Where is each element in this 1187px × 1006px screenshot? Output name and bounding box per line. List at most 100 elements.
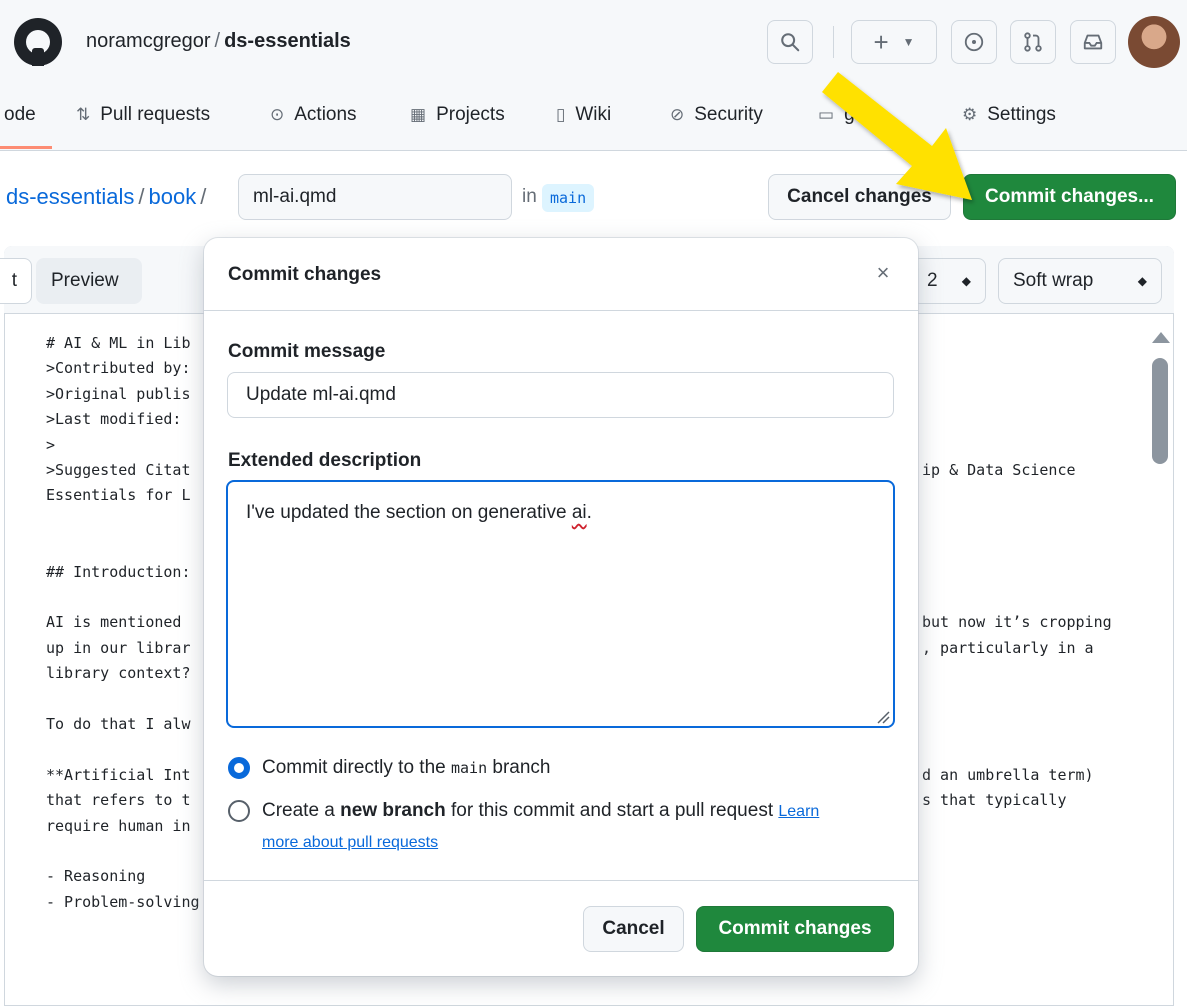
description-text-end: . bbox=[586, 502, 592, 523]
code-line-right: but now it’s cropping bbox=[922, 613, 1112, 632]
code-line: >Suggested Citat bbox=[46, 461, 191, 479]
commit-direct-option[interactable]: Commit directly to the main branch bbox=[262, 757, 551, 779]
tab-security[interactable]: ⊘ Security bbox=[670, 100, 763, 130]
git-pull-request-icon bbox=[1024, 32, 1042, 52]
inbox-button[interactable] bbox=[1070, 20, 1116, 64]
code-line-right: ip & Data Science bbox=[922, 461, 1076, 479]
user-avatar[interactable] bbox=[1128, 16, 1180, 68]
dialog-header-divider bbox=[204, 310, 918, 311]
code-line: **Artificial Int bbox=[46, 765, 191, 784]
filename-input[interactable]: ml-ai.qmd bbox=[238, 174, 512, 220]
select-arrows-icon: ◆ bbox=[961, 274, 971, 288]
book-icon: ▯ bbox=[556, 105, 566, 124]
git-pull-request-icon: ⇅ bbox=[76, 105, 91, 124]
breadcrumb-separator: / bbox=[138, 184, 145, 209]
dialog-footer-divider bbox=[204, 880, 918, 881]
indent-size-value: 2 bbox=[927, 270, 938, 291]
inbox-icon bbox=[1083, 34, 1103, 50]
filename-value: ml-ai.qmd bbox=[253, 186, 337, 207]
close-icon[interactable]: × bbox=[872, 260, 894, 285]
new-branch-radio[interactable] bbox=[228, 800, 250, 822]
new-branch-bold: new branch bbox=[340, 800, 446, 821]
breadcrumb-separator: / bbox=[200, 184, 207, 209]
tab-wiki-label: Wiki bbox=[575, 104, 612, 125]
code-line: To do that I alw bbox=[46, 715, 191, 733]
select-arrows-icon: ◆ bbox=[1137, 274, 1147, 288]
tab-edit[interactable]: t bbox=[0, 258, 32, 304]
tab-pull-requests-label: Pull requests bbox=[100, 104, 211, 125]
github-logo-icon[interactable] bbox=[14, 18, 62, 66]
yellow-arrow-annotation bbox=[822, 72, 972, 200]
code-line: AI is mentioned bbox=[46, 613, 182, 632]
repo-path: noramcgregor / ds-essentials bbox=[86, 30, 351, 53]
wrap-mode-value: Soft wrap bbox=[1013, 270, 1094, 291]
extended-description-label: Extended description bbox=[228, 450, 422, 471]
commit-message-input[interactable]: Update ml-ai.qmd bbox=[227, 372, 894, 418]
commit-message-label: Commit message bbox=[228, 341, 386, 362]
commit-direct-branch: main bbox=[451, 759, 488, 777]
code-line-right: , particularly in a bbox=[922, 638, 1094, 657]
learn-more-link-continued[interactable]: more about pull requests bbox=[262, 834, 438, 852]
triangle-down-icon: ▼ bbox=[902, 35, 915, 49]
scroll-up-arrow-icon[interactable] bbox=[1152, 332, 1170, 343]
code-line: Essentials for L bbox=[46, 486, 191, 505]
dialog-commit-button[interactable]: Commit changes bbox=[696, 906, 894, 952]
new-branch-suffix: for this commit and start a pull request bbox=[445, 800, 779, 821]
tab-code[interactable]: ode bbox=[4, 100, 36, 130]
code-line: >Last modified: bbox=[46, 410, 182, 429]
tab-preview[interactable]: Preview bbox=[36, 258, 142, 304]
repo-name-link[interactable]: ds-essentials bbox=[224, 30, 351, 52]
tab-edit-label: t bbox=[11, 270, 17, 291]
breadcrumb: ds-essentials / book / bbox=[6, 184, 210, 210]
repo-owner-link[interactable]: noramcgregor bbox=[86, 30, 211, 52]
search-icon bbox=[781, 33, 800, 52]
extended-description-textarea[interactable]: I've updated the section on generative a… bbox=[226, 480, 895, 728]
commit-message-value: Update ml-ai.qmd bbox=[246, 384, 396, 405]
tab-security-label: Security bbox=[694, 104, 763, 125]
breadcrumb-folder-link[interactable]: book bbox=[149, 184, 197, 209]
code-line: require human in bbox=[46, 816, 191, 835]
code-line-right: s that typically bbox=[922, 791, 1067, 810]
new-branch-option[interactable]: Create a new branch for this commit and … bbox=[262, 800, 882, 822]
wrap-mode-select[interactable]: Soft wrap ◆ bbox=[998, 258, 1162, 304]
code-line-right: d an umbrella term) bbox=[922, 765, 1094, 784]
code-line: up in our librar bbox=[46, 638, 191, 657]
resize-handle-icon[interactable] bbox=[876, 710, 890, 724]
code-line: ## Introduction: bbox=[46, 562, 191, 581]
breadcrumb-repo-link[interactable]: ds-essentials bbox=[6, 184, 134, 209]
description-text: I've updated the section on generative bbox=[246, 502, 572, 523]
learn-more-link[interactable]: Learn bbox=[778, 803, 819, 820]
dialog-title: Commit changes bbox=[228, 264, 382, 285]
branch-badge: main bbox=[542, 184, 595, 212]
code-line: >Contributed by: bbox=[46, 359, 191, 378]
code-line: # AI & ML in Lib bbox=[46, 334, 191, 352]
selected-tab-underline bbox=[0, 146, 52, 149]
tab-projects-label: Projects bbox=[436, 104, 505, 125]
tab-actions[interactable]: ⊙ Actions bbox=[270, 100, 357, 130]
scrollbar-thumb[interactable] bbox=[1152, 358, 1168, 464]
table-icon: ▦ bbox=[410, 105, 427, 124]
misspelled-word: ai bbox=[571, 502, 587, 523]
path-separator: / bbox=[214, 30, 221, 52]
code-line: > bbox=[46, 435, 56, 454]
code-line: - Problem-solving bbox=[46, 892, 200, 911]
shield-icon: ⊘ bbox=[670, 105, 685, 124]
tab-code-label: ode bbox=[4, 104, 36, 125]
in-label: in bbox=[522, 186, 537, 207]
play-icon: ⊙ bbox=[270, 105, 285, 124]
code-line: library context? bbox=[46, 664, 191, 683]
commit-direct-text: Commit directly to the bbox=[262, 757, 451, 778]
code-line: >Original publis bbox=[46, 384, 191, 403]
tab-wiki[interactable]: ▯ Wiki bbox=[556, 100, 611, 130]
tab-pull-requests[interactable]: ⇅ Pull requests bbox=[76, 100, 210, 130]
tab-preview-label: Preview bbox=[51, 270, 119, 291]
tab-actions-label: Actions bbox=[294, 104, 357, 125]
code-line: that refers to t bbox=[46, 791, 191, 810]
dialog-cancel-button[interactable]: Cancel bbox=[583, 906, 684, 952]
pull-requests-button[interactable] bbox=[1010, 20, 1056, 64]
new-branch-text: Create a bbox=[262, 800, 341, 821]
tab-projects[interactable]: ▦ Projects bbox=[410, 100, 505, 130]
code-line: - Reasoning bbox=[46, 867, 146, 886]
indent-size-select[interactable]: 2 ◆ bbox=[912, 258, 986, 304]
commit-direct-radio[interactable] bbox=[228, 757, 250, 779]
